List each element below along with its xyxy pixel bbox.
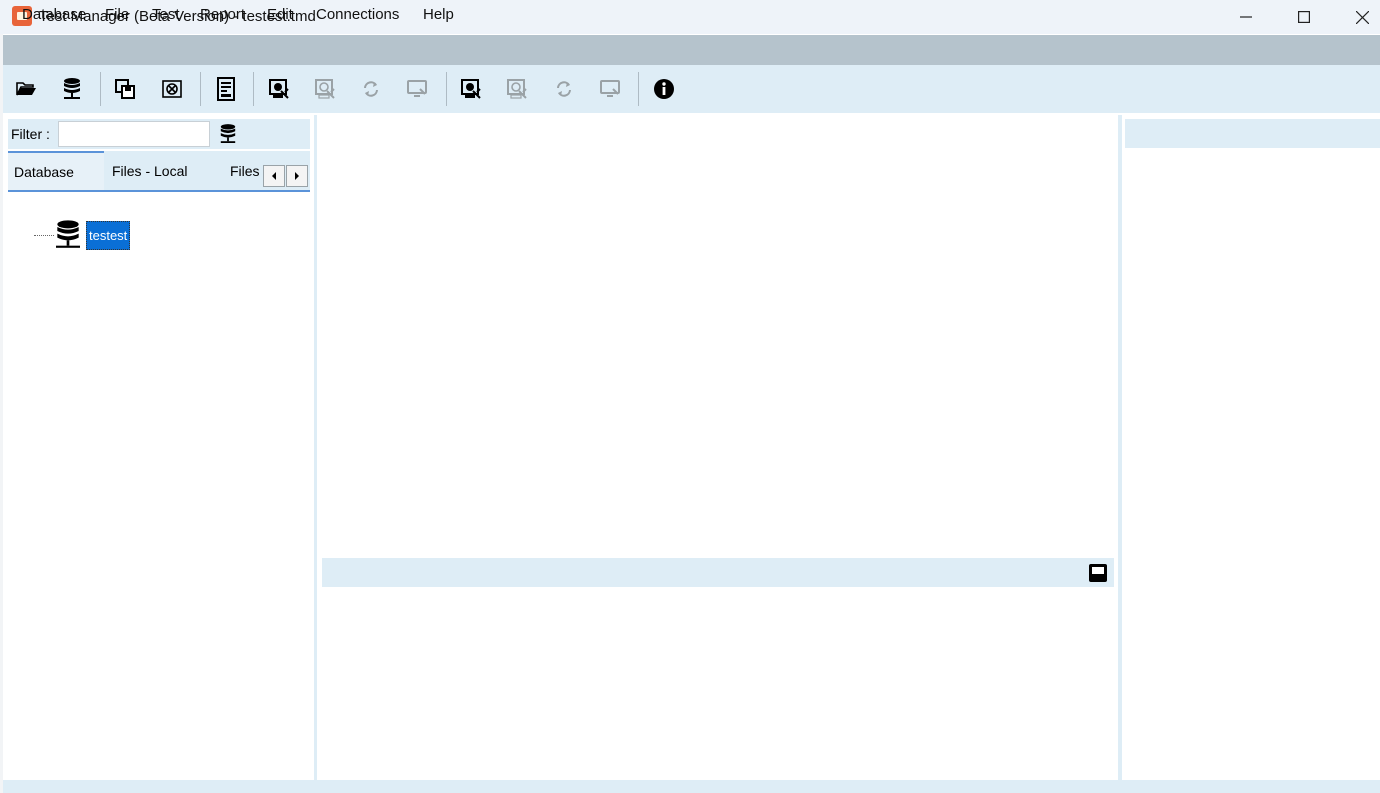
connect-button-2[interactable] (310, 74, 340, 104)
close-icon (1355, 10, 1369, 24)
arrow-right-icon (295, 172, 299, 180)
database-icon (220, 124, 236, 143)
tree-node-testest[interactable]: testest (86, 221, 130, 250)
menu-file[interactable]: File (105, 6, 129, 23)
connect-icon (269, 79, 289, 99)
panel-bottom-icon (1089, 564, 1107, 582)
minimize-icon (1240, 16, 1252, 18)
refresh-icon (557, 81, 571, 97)
close-button[interactable] (1333, 0, 1380, 34)
connect-icon (507, 79, 527, 99)
connect-button-4[interactable] (502, 74, 532, 104)
info-icon (654, 79, 674, 99)
maximize-icon (1298, 11, 1310, 23)
toolbar-separator (638, 72, 639, 106)
minimize-button[interactable] (1217, 0, 1275, 34)
toolbar-separator (200, 72, 201, 106)
monitor-icon (407, 80, 427, 97)
status-bar (3, 780, 1380, 793)
toolbar-separator (446, 72, 447, 106)
database-button[interactable] (57, 74, 87, 104)
menu-database[interactable]: Database (22, 6, 86, 23)
tree-node-icon (53, 219, 83, 251)
monitor-button-1[interactable] (402, 74, 432, 104)
toolbar (3, 65, 1380, 113)
database-icon (64, 78, 80, 99)
connect-icon (461, 79, 481, 99)
connect-button-1[interactable] (264, 74, 294, 104)
menu-help[interactable]: Help (423, 6, 454, 23)
close-document-button[interactable] (157, 74, 187, 104)
toolbar-separator (100, 72, 101, 106)
menu-test[interactable]: Test (152, 6, 180, 23)
save-copy-button[interactable] (110, 74, 140, 104)
open-button[interactable] (11, 74, 41, 104)
toolbar-separator (253, 72, 254, 106)
connect-button-3[interactable] (456, 74, 486, 104)
maximize-button[interactable] (1275, 0, 1333, 34)
tree-connector (34, 235, 54, 236)
main-workspace (317, 115, 1118, 555)
tab-label: Files (230, 162, 260, 179)
filter-input[interactable] (58, 121, 210, 147)
filter-label: Filter : (11, 126, 50, 142)
monitor-icon (600, 80, 620, 97)
refresh-icon (364, 81, 378, 97)
tab-files[interactable]: Files (224, 151, 262, 190)
tab-files-local[interactable]: Files - Local (106, 151, 222, 190)
refresh-button-1[interactable] (356, 74, 386, 104)
tab-database[interactable]: Database (8, 151, 104, 190)
menu-edit[interactable]: Edit (267, 6, 293, 23)
filter-database-button[interactable] (216, 122, 240, 146)
open-folder-icon (16, 82, 36, 96)
connect-icon (315, 79, 335, 99)
arrow-left-icon (272, 172, 276, 180)
about-button[interactable] (649, 74, 679, 104)
tab-label: Database (14, 163, 74, 180)
output-panel-header (322, 558, 1114, 587)
tab-scroll-left-button[interactable] (263, 165, 285, 187)
navigator-panel (3, 115, 314, 780)
tab-scroll-right-button[interactable] (286, 165, 308, 187)
menu-connections[interactable]: Connections (316, 6, 399, 23)
refresh-button-2[interactable] (549, 74, 579, 104)
monitor-button-2[interactable] (595, 74, 625, 104)
database-icon (56, 220, 80, 248)
save-copy-icon (115, 79, 135, 99)
close-doc-icon (162, 80, 182, 98)
panel-toggle-button[interactable] (1087, 562, 1109, 584)
tab-label: Files - Local (112, 162, 188, 179)
properties-panel-header (1125, 119, 1380, 148)
report-icon (217, 77, 235, 101)
menu-bar (3, 35, 1380, 65)
menu-report[interactable]: Report (200, 6, 245, 23)
report-button[interactable] (211, 74, 241, 104)
splitter-right[interactable] (1118, 115, 1122, 780)
